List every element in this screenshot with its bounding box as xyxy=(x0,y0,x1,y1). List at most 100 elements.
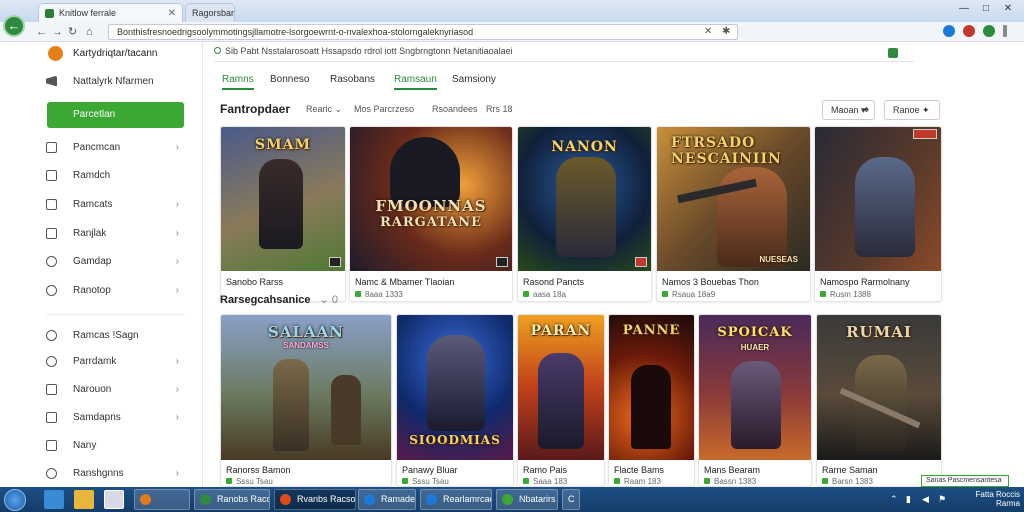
forward-arrow-icon[interactable]: → xyxy=(52,25,63,39)
close-tab-icon[interactable]: ✕ xyxy=(168,8,176,19)
clock-time: Fatta Roccis xyxy=(975,490,1020,499)
filter-button[interactable]: Ranoe ✦ xyxy=(884,100,940,120)
sidebar-item-label: Parrdamk xyxy=(73,355,117,367)
search-input[interactable]: Sib Pabt Nsstalarosoatt Hssapsdo rdrol i… xyxy=(214,46,914,62)
game-title: Namc & Mbamer Tlaoian xyxy=(355,277,455,287)
game-card[interactable]: PARAN Ramo Pais Saaa 183 xyxy=(517,314,605,487)
game-card[interactable]: Namospo Rarmolnany Rusm 1388 xyxy=(814,126,942,302)
game-title: Rarne Saman xyxy=(822,465,878,475)
taskbar-window-button[interactable]: Rearlamrcaes xyxy=(420,489,492,510)
game-card[interactable]: SIOODMIAS Panawy Bluar Sssu Tsau xyxy=(396,314,514,487)
close-window-button[interactable]: ✕ xyxy=(998,2,1018,16)
taskbar-window-button[interactable]: C xyxy=(562,489,580,510)
game-meta: Rsaua 18a9 xyxy=(662,290,715,299)
game-cover-image: FMOONNAS RARGATANE xyxy=(350,127,512,271)
sidebar-item[interactable]: Narouon › xyxy=(46,378,201,400)
game-title: Rasond Pancts xyxy=(523,277,585,287)
address-bar[interactable]: Bonthisfresnoedrigsoolymmotingsjllamotre… xyxy=(108,24,738,40)
cover-subtitle: SANDAMSS xyxy=(283,341,329,350)
sidebar-item[interactable]: Ranjlak › xyxy=(46,222,201,244)
view-icon: ♠ xyxy=(864,104,869,114)
game-card[interactable]: SPOICAK HUAER Mans Bearam Bassn 1383 xyxy=(698,314,812,487)
filter-row: Fantropdaer Rearic ⌄ Mos Parcrzeso Rsoan… xyxy=(220,102,920,118)
character-figure xyxy=(538,353,584,449)
home-icon[interactable]: ⌂ xyxy=(86,25,93,39)
sidebar-item-label: Ramcas !Sagn xyxy=(73,329,139,341)
bookmark-star-icon[interactable]: ✕ xyxy=(704,25,712,39)
sidebar-item[interactable]: Nattalyrk Nfarmen xyxy=(46,70,201,92)
tab-samsiony[interactable]: Samsiony xyxy=(452,74,496,85)
taskbar-window-button[interactable] xyxy=(134,489,190,510)
minimize-button[interactable]: — xyxy=(954,2,974,16)
game-title: Panawy Bluar xyxy=(402,465,458,475)
sidebar-item[interactable]: Gamdap › xyxy=(46,250,201,272)
folder-icon[interactable] xyxy=(74,490,94,509)
sidebar-item[interactable]: Ramcas !Sagn xyxy=(46,324,201,346)
game-card[interactable]: PANNE Flacte Bams Raam 183 xyxy=(608,314,695,487)
network-icon[interactable]: ▮ xyxy=(906,494,911,505)
filter-option[interactable]: Rsoandees xyxy=(432,104,478,114)
taskbar-window-button[interactable]: Ranobs Racos xyxy=(194,489,270,510)
game-card[interactable]: RUMAI Rarne Saman Barsn 1383 xyxy=(816,314,942,487)
app-icon xyxy=(426,494,437,505)
extension-icon[interactable] xyxy=(943,25,955,37)
shield-icon[interactable] xyxy=(963,25,975,37)
extension-icon[interactable]: ✱ xyxy=(722,25,730,39)
cover-title: SMAM xyxy=(255,137,311,153)
volume-icon[interactable]: ◀ xyxy=(922,494,929,505)
sidebar-item[interactable]: Ramdch xyxy=(46,164,201,186)
sidebar-item[interactable]: Pancmcan › xyxy=(46,136,201,158)
flag-icon[interactable]: ⚑ xyxy=(938,494,946,505)
sidebar-item-label: Pancmcan xyxy=(73,141,121,153)
start-button[interactable] xyxy=(4,489,26,511)
reload-icon[interactable]: ↻ xyxy=(68,25,77,39)
tab-rasobans[interactable]: Rasobans xyxy=(330,74,375,85)
chevron-right-icon: › xyxy=(175,383,179,395)
sidebar-item[interactable]: Ranotop › xyxy=(46,279,201,301)
view-toggle[interactable]: ♠ xyxy=(856,100,877,120)
chevron-up-icon[interactable]: ⌃ xyxy=(890,494,898,505)
sidebar-item[interactable]: Nany xyxy=(46,434,201,456)
maximize-button[interactable]: □ xyxy=(976,2,996,16)
taskbar-label: Rearlamrcaes xyxy=(443,494,491,504)
megaphone-icon xyxy=(46,75,57,87)
game-card[interactable]: SMAM Sanobo Rarss xyxy=(220,126,346,302)
filter-dropdown[interactable]: Rearic ⌄ xyxy=(306,104,342,115)
filter-option[interactable]: Mos Parcrzeso xyxy=(354,104,414,114)
game-card[interactable]: FMOONNAS RARGATANE Namc & Mbamer Tlaoian… xyxy=(349,126,513,302)
sidebar-item[interactable]: Samdapns › xyxy=(46,406,201,428)
game-card[interactable]: SALAAN SANDAMSS Ranorss Bamon Sssu Tsau xyxy=(220,314,392,487)
sidebar-item[interactable]: Ranshgnns › xyxy=(46,462,201,484)
menu-dots-icon[interactable] xyxy=(1003,25,1007,37)
info-icon[interactable]: ⌄ 0 xyxy=(320,294,338,306)
taskbar-label: Rvanbs Racsons xyxy=(297,494,356,504)
tab-bonneso[interactable]: Bonneso xyxy=(270,74,309,85)
taskbar-window-button[interactable]: Ramadea xyxy=(358,489,416,510)
sparkle-icon: ✦ xyxy=(922,105,930,115)
back-arrow-icon[interactable]: ← xyxy=(36,25,47,39)
taskbar-window-button[interactable]: Rvanbs Racsons xyxy=(274,489,356,510)
grid-icon[interactable] xyxy=(888,48,898,58)
game-card[interactable]: FTRSADO NESCAINIIN NUESEAS Namos 3 Boueb… xyxy=(656,126,811,302)
game-title: Namospo Rarmolnany xyxy=(820,277,910,287)
extension-icon[interactable] xyxy=(983,25,995,37)
back-button[interactable]: ← xyxy=(3,15,25,37)
app-icon[interactable] xyxy=(104,490,124,509)
desktop-icon[interactable] xyxy=(44,490,64,509)
sidebar-item[interactable]: Ramcats › xyxy=(46,193,201,215)
browser-tab[interactable]: Knitlow ferrale ✕ xyxy=(38,3,183,22)
folder-icon xyxy=(46,439,57,451)
browser-tab[interactable]: Ragorsbar xyxy=(185,3,235,22)
calendar-icon xyxy=(46,411,57,423)
system-tray: ⌃ ▮ ◀ ⚑ Fatta Roccis Rarma xyxy=(870,489,1020,510)
notification-toast[interactable]: Sanas Pascmensantesa xyxy=(921,475,1009,487)
tab-ramns[interactable]: Ramns xyxy=(222,74,254,90)
taskbar-window-button[interactable]: Nbatarirs xyxy=(496,489,558,510)
sidebar-item[interactable]: Parrdamk › xyxy=(46,350,201,372)
filter-option[interactable]: Rrs 18 xyxy=(486,104,513,114)
game-card[interactable]: NANON Rasond Pancts aasa 18a xyxy=(517,126,652,302)
tab-ramsaun[interactable]: Ramsaun xyxy=(394,74,437,90)
sidebar-item-active[interactable]: Parcetlan xyxy=(47,102,184,128)
clock[interactable]: Fatta Roccis Rarma xyxy=(976,490,1020,508)
section-title-text: Rarsegcahsanice xyxy=(220,294,311,306)
